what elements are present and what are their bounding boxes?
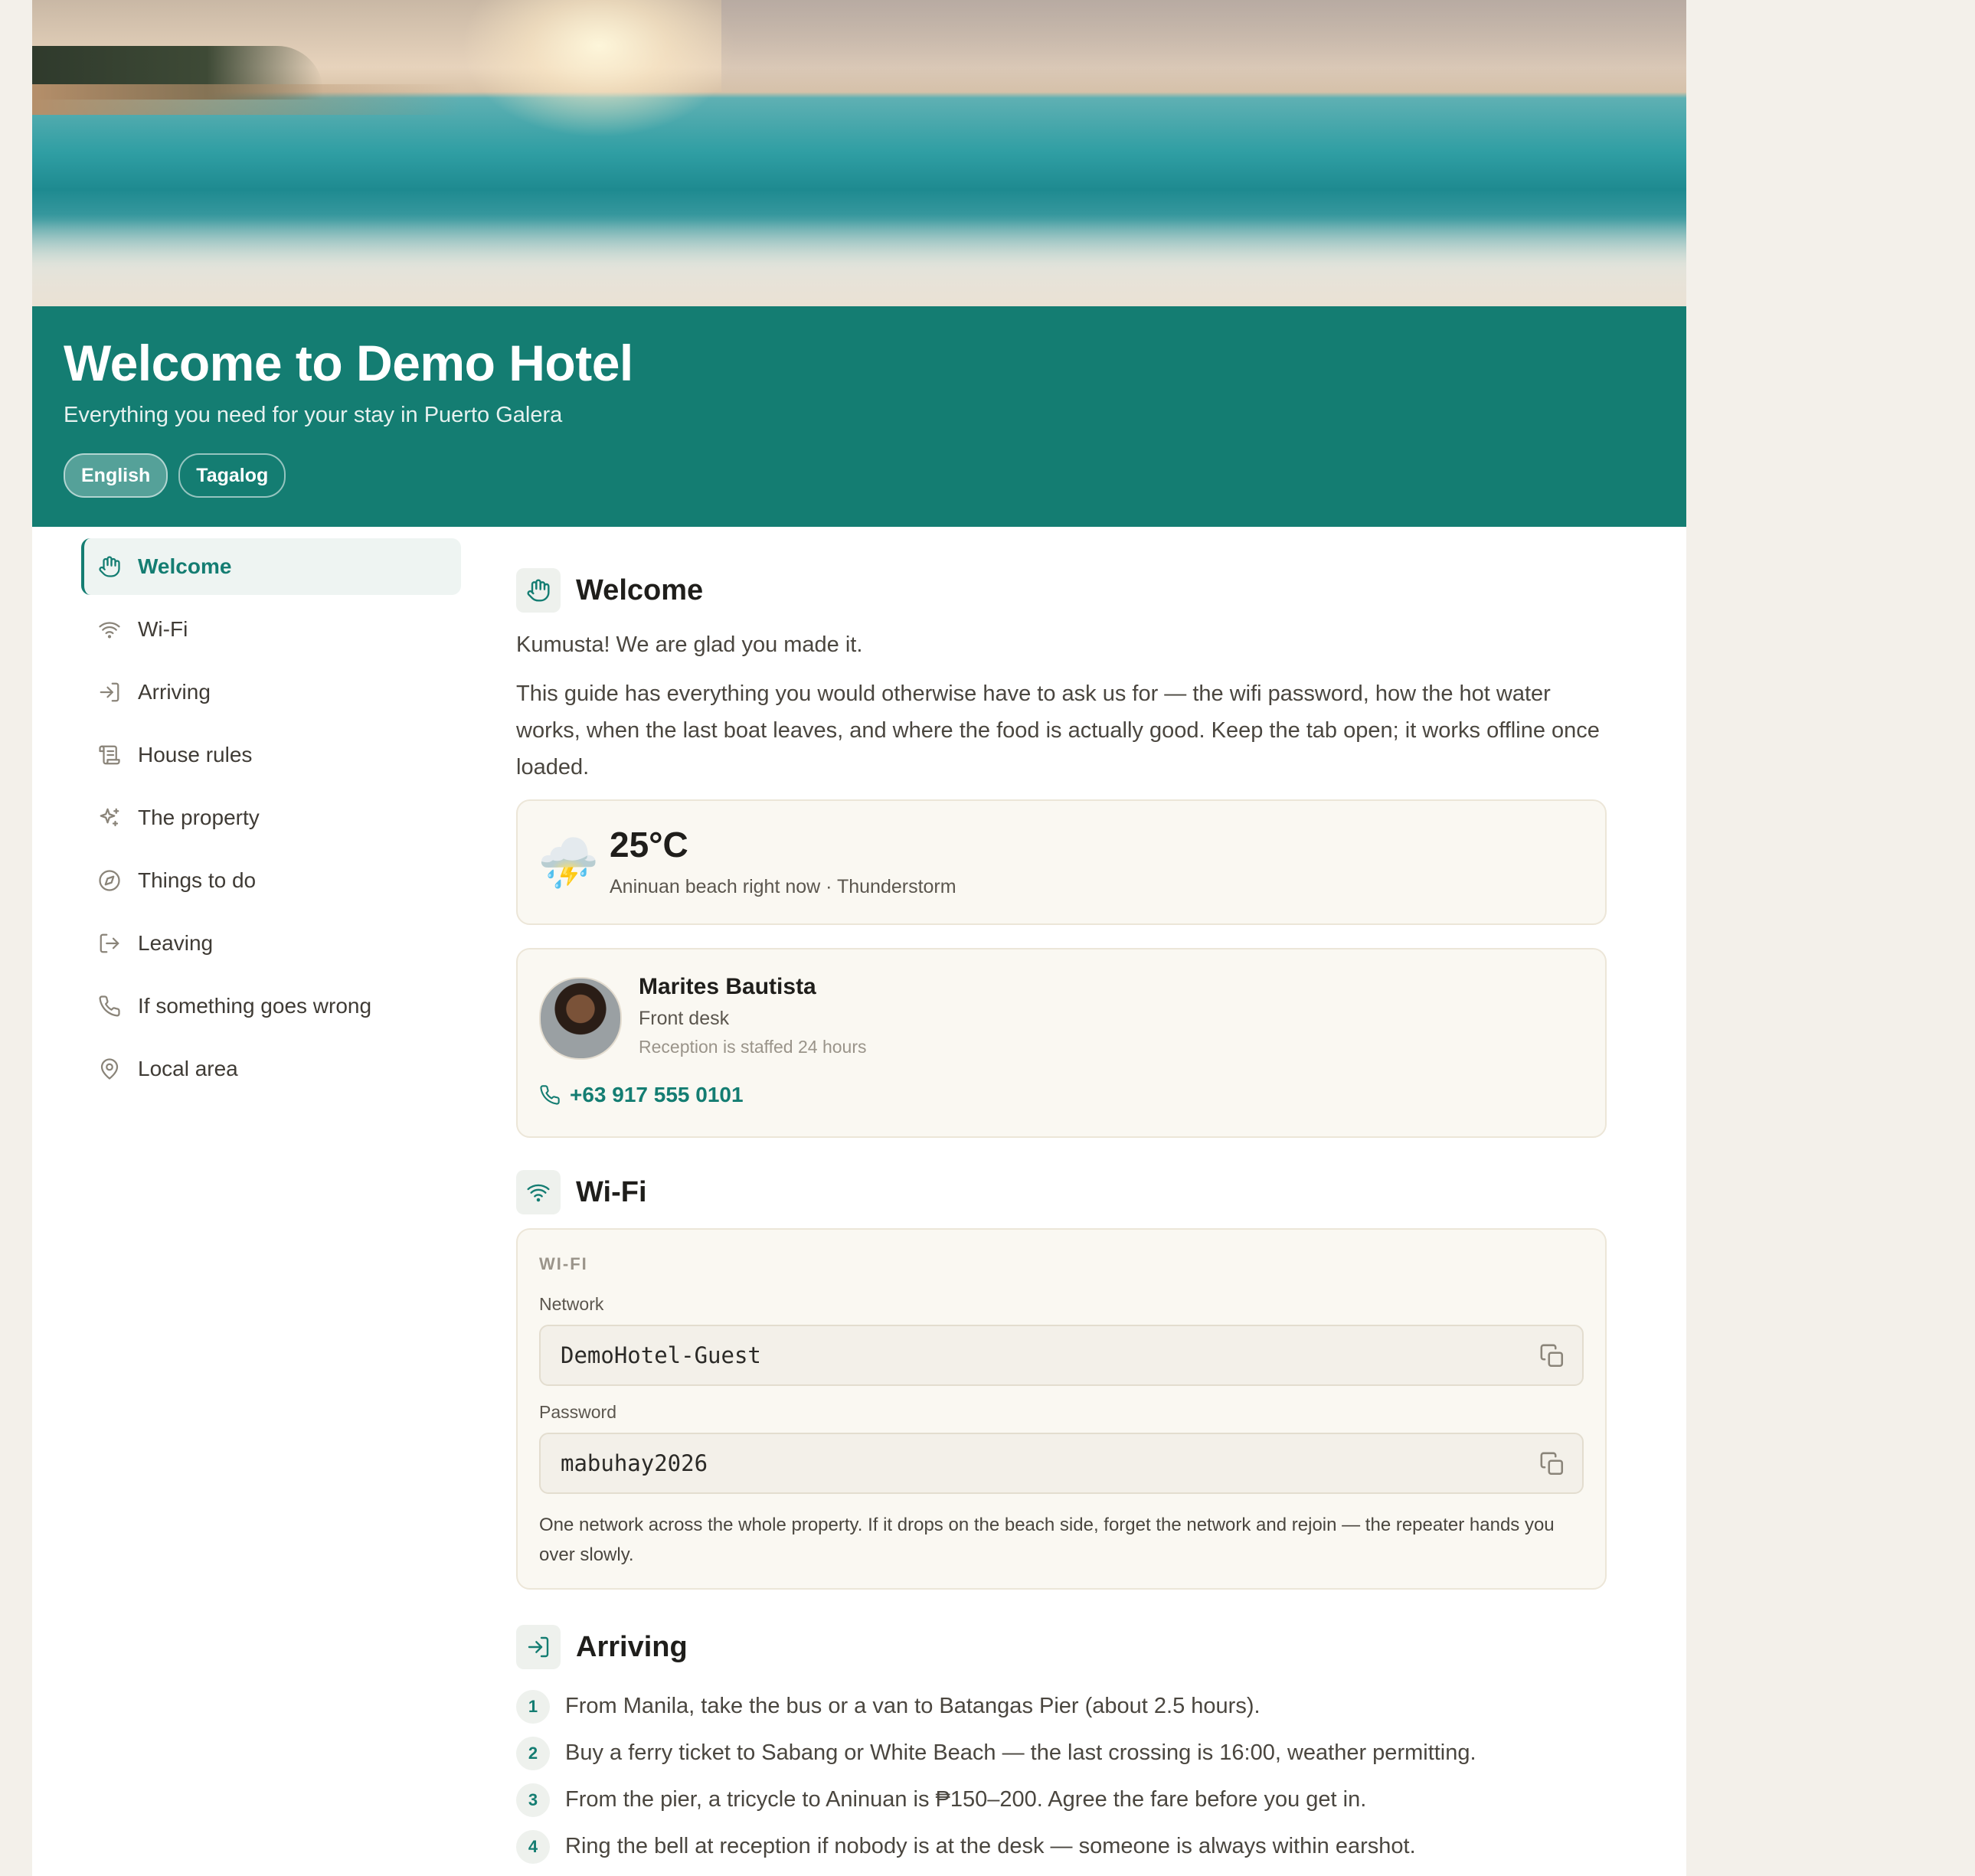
thunderstorm-icon: ⛈️	[538, 835, 599, 891]
section-title: Welcome	[576, 574, 704, 606]
phone-icon	[96, 993, 123, 1019]
list-item: 3 From the pier, a tricycle to Aninuan i…	[516, 1776, 1607, 1823]
network-field[interactable]: DemoHotel-Guest	[539, 1325, 1584, 1386]
list-item: 1 From Manila, take the bus or a van to …	[516, 1683, 1607, 1730]
wifi-icon	[516, 1170, 561, 1214]
sidebar-item-local-area[interactable]: Local area	[81, 1041, 461, 1097]
phone-icon	[540, 1085, 560, 1105]
network-label: Network	[539, 1294, 604, 1314]
weather-card: ⛈️ 25°C Aninuan beach right now · Thunde…	[516, 799, 1607, 925]
main-content: Welcome Kumusta! We are glad you made it…	[516, 567, 1607, 1870]
contact-phone-link[interactable]: +63 917 555 0101	[539, 1083, 744, 1107]
sidebar-item-property[interactable]: The property	[81, 789, 461, 846]
language-switcher: English Tagalog	[64, 453, 286, 498]
welcome-heading: Welcome	[516, 567, 1607, 614]
sidebar-item-label: Welcome	[138, 554, 232, 578]
page-title: Welcome to Demo Hotel	[64, 335, 633, 391]
password-value: mabuhay2026	[561, 1450, 708, 1476]
wifi-section: Wi-Fi WI-FI Network DemoHotel-Guest Pass…	[516, 1168, 1607, 1590]
welcome-greeting: Kumusta! We are glad you made it.	[516, 632, 863, 657]
step-number: 1	[516, 1689, 550, 1724]
login-icon	[96, 679, 123, 705]
sidebar-item-something-wrong[interactable]: If something goes wrong	[81, 978, 461, 1034]
sidebar-item-welcome[interactable]: Welcome	[81, 538, 461, 595]
password-field[interactable]: mabuhay2026	[539, 1433, 1584, 1494]
compass-icon	[96, 868, 123, 894]
language-english-button[interactable]: English	[64, 453, 168, 498]
step-number: 3	[516, 1783, 550, 1817]
welcome-section: Welcome Kumusta! We are glad you made it…	[516, 567, 1607, 1138]
wifi-kicker: WI-FI	[539, 1254, 588, 1273]
sidebar-item-label: If something goes wrong	[138, 994, 372, 1018]
language-tagalog-button[interactable]: Tagalog	[178, 453, 286, 498]
copy-network-icon[interactable]	[1539, 1343, 1565, 1369]
hand-icon	[96, 554, 123, 580]
wifi-heading: Wi-Fi	[516, 1168, 1607, 1216]
sidebar-item-label: House rules	[138, 743, 253, 766]
scroll-icon	[96, 742, 123, 768]
contact-phone-number: +63 917 555 0101	[570, 1083, 744, 1106]
sidebar-item-wifi[interactable]: Wi-Fi	[81, 601, 461, 658]
arriving-heading: Arriving	[516, 1623, 1607, 1671]
sidebar-item-label: Things to do	[138, 868, 257, 892]
hand-icon	[516, 568, 561, 613]
wifi-help-text: One network across the whole property. I…	[539, 1515, 1555, 1565]
sidebar-item-arriving[interactable]: Arriving	[81, 664, 461, 721]
sidebar-nav: Welcome Wi-Fi Arriving House rules The p…	[81, 538, 461, 1103]
step-number: 2	[516, 1736, 550, 1770]
sparkles-icon	[96, 805, 123, 831]
arriving-section: Arriving 1 From Manila, take the bus or …	[516, 1623, 1607, 1870]
arrival-steps: 1 From Manila, take the bus or a van to …	[516, 1683, 1607, 1870]
avatar	[539, 977, 622, 1060]
sidebar-item-label: Arriving	[138, 680, 211, 704]
section-title: Wi-Fi	[576, 1175, 647, 1208]
network-value: DemoHotel-Guest	[561, 1342, 761, 1368]
sidebar-item-label: Local area	[138, 1057, 238, 1080]
step-text: From Manila, take the bus or a van to Ba…	[565, 1694, 1261, 1718]
sidebar-item-label: The property	[138, 806, 260, 829]
section-title: Arriving	[576, 1630, 688, 1663]
password-label: Password	[539, 1402, 616, 1422]
step-text: Buy a ferry ticket to Sabang or White Be…	[565, 1740, 1476, 1765]
map-pin-icon	[96, 1056, 123, 1082]
copy-password-icon[interactable]	[1539, 1451, 1565, 1477]
sidebar-item-leaving[interactable]: Leaving	[81, 915, 461, 972]
wifi-card: WI-FI Network DemoHotel-Guest Password m…	[516, 1228, 1607, 1590]
contact-role: Front desk	[639, 1008, 730, 1029]
welcome-intro: This guide has everything you would othe…	[516, 681, 1600, 779]
sidebar-item-label: Wi-Fi	[138, 617, 188, 641]
step-text: Ring the bell at reception if nobody is …	[565, 1834, 1416, 1858]
hero-beach-image	[32, 0, 1686, 306]
weather-temperature: 25°C	[610, 825, 688, 864]
wifi-icon	[96, 616, 123, 642]
logout-icon	[96, 930, 123, 956]
contact-note: Reception is staffed 24 hours	[639, 1037, 867, 1057]
sidebar-item-things-to-do[interactable]: Things to do	[81, 852, 461, 909]
login-icon	[516, 1625, 561, 1669]
weather-description: Aninuan beach right now · Thunderstorm	[610, 876, 956, 897]
list-item: 4 Ring the bell at reception if nobody i…	[516, 1823, 1607, 1870]
page-subtitle: Everything you need for your stay in Pue…	[64, 403, 563, 427]
list-item: 2 Buy a ferry ticket to Sabang or White …	[516, 1730, 1607, 1776]
step-text: From the pier, a tricycle to Aninuan is …	[565, 1787, 1367, 1812]
welcome-banner: Welcome to Demo Hotel Everything you nee…	[32, 306, 1686, 527]
guide-page: Welcome to Demo Hotel Everything you nee…	[32, 0, 1686, 1876]
sidebar-item-label: Leaving	[138, 931, 214, 955]
step-number: 4	[516, 1829, 550, 1864]
contact-card: Marites Bautista Front desk Reception is…	[516, 948, 1607, 1138]
contact-name: Marites Bautista	[639, 974, 816, 999]
sidebar-item-house-rules[interactable]: House rules	[81, 727, 461, 783]
